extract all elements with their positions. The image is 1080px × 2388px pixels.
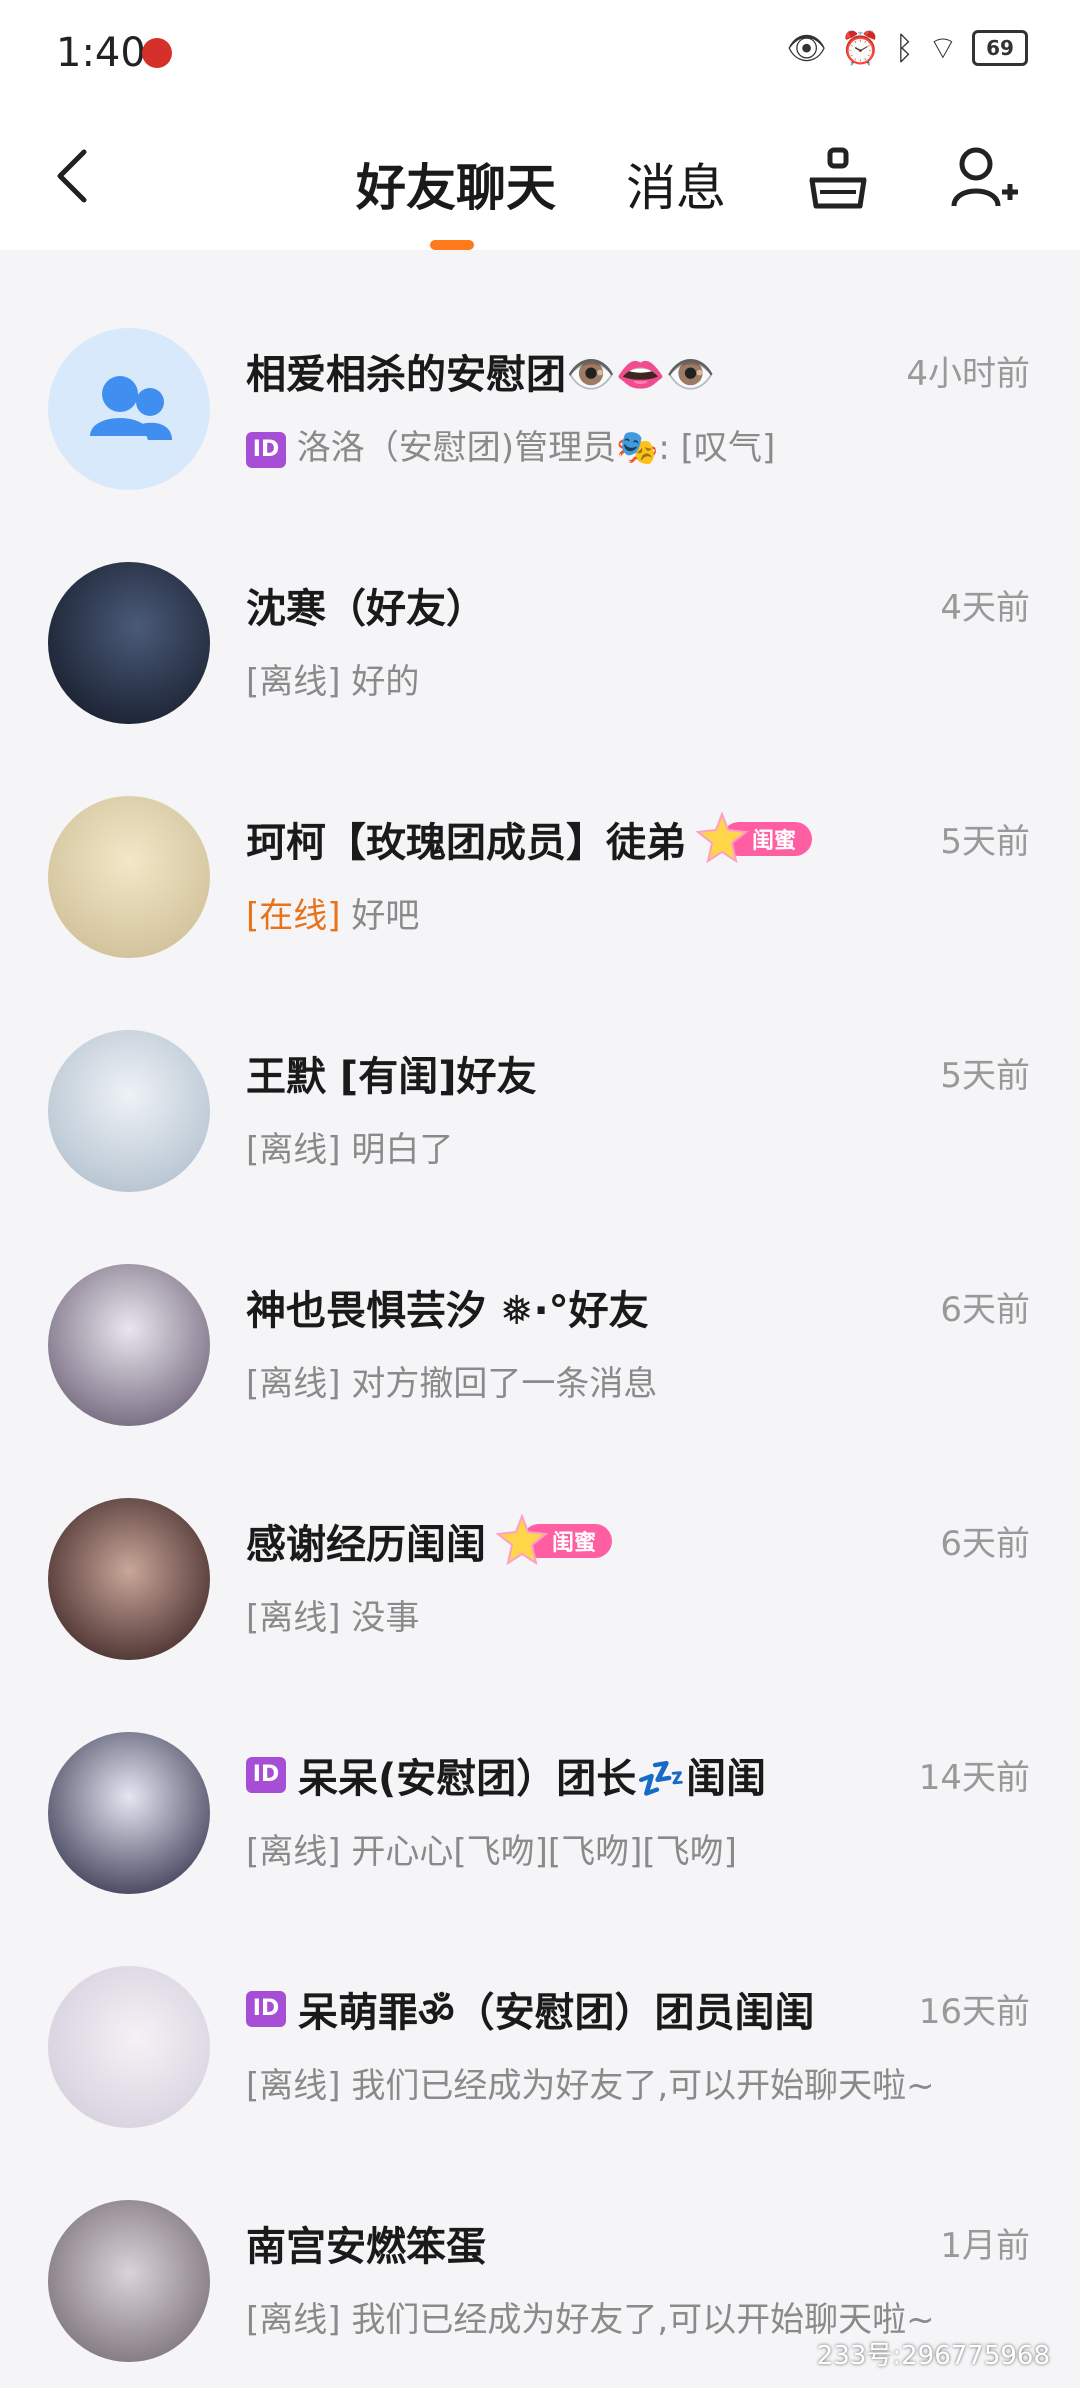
avatar [48,2200,210,2362]
battery-icon: 69 [972,30,1028,66]
chat-time: 4小时前 [906,354,1030,394]
add-friend-icon[interactable] [946,140,1022,216]
chat-preview: [离线] 我们已经成为好友了,可以开始聊天啦~ [246,2066,935,2106]
bluetooth-icon: ᛒ [894,29,914,67]
chat-row[interactable]: 相爱相杀的安慰团👁️👄👁️ 4小时前 ID 洛洛（安慰团)管理员🎭: [叹气] [0,250,1080,490]
chat-time: 6天前 [940,1524,1030,1564]
bestie-badge: 闺蜜 [696,812,813,864]
chat-name: 神也畏惧芸汐 ❅·°好友 [246,1288,649,1334]
status-icons: 👁 ⏰ ᛒ ⌔ 69 [786,28,1028,68]
chat-preview: [离线] 好的 [246,662,420,702]
avatar [48,796,210,958]
tab-messages[interactable]: 消息 [626,148,726,220]
group-avatar [48,328,210,490]
chat-row[interactable]: 王默 [有闺]好友 5天前 [离线] 明白了 [0,952,1080,1192]
alarm-icon: ⏰ [840,29,881,67]
chat-name: ID 呆萌罪ॐ（安慰团）团员闺闺 [246,1980,814,2038]
avatar [48,1264,210,1426]
chat-time: 5天前 [940,822,1030,862]
avatar [48,1732,210,1894]
chat-time: 16天前 [918,1992,1030,2032]
chat-time: 6天前 [940,1290,1030,1330]
chat-preview: [离线] 没事 [246,1598,420,1638]
avatar [48,1966,210,2128]
tab-friend-chat[interactable]: 好友聊天 [356,148,556,220]
chat-time: 5天前 [940,1056,1030,1096]
chat-name: ID 呆呆(安慰团）团长💤闺闺 [246,1746,766,1804]
chat-row[interactable]: 珂柯【玫瑰团成员】徒弟 闺蜜 5天前 [在线] 好吧 [0,718,1080,958]
chat-row[interactable]: 感谢经历闺闺 闺蜜 6天前 [离线] 没事 [0,1420,1080,1660]
star-icon [496,1514,548,1566]
chat-name: 相爱相杀的安慰团👁️👄👁️ [246,352,716,398]
bestie-badge: 闺蜜 [496,1514,613,1566]
chat-row[interactable]: 沈寒（好友） 4天前 [离线] 好的 [0,484,1080,724]
chat-time: 1月前 [940,2226,1030,2266]
avatar [48,1498,210,1660]
avatar [48,1030,210,1192]
chat-preview: [离线] 对方撤回了一条消息 [246,1364,658,1404]
chat-row[interactable]: 神也畏惧芸汐 ❅·°好友 6天前 [离线] 对方撤回了一条消息 [0,1186,1080,1426]
top-bar: 好友聊天 消息 [0,104,1080,250]
avatar [48,562,210,724]
watermark: 233号:296775968 [816,2341,1050,2371]
notification-dot-icon [142,38,172,68]
chat-row[interactable]: ID 呆萌罪ॐ（安慰团）团员闺闺 16天前 [离线] 我们已经成为好友了,可以开… [0,1888,1080,2128]
id-icon: ID [246,431,286,468]
chat-list: 相爱相杀的安慰团👁️👄👁️ 4小时前 ID 洛洛（安慰团)管理员🎭: [叹气] … [0,250,1080,2362]
chat-name: 南宫安燃笨蛋 [246,2224,486,2270]
back-icon[interactable] [48,144,100,208]
chat-name: 珂柯【玫瑰团成员】徒弟 闺蜜 [246,810,813,868]
chat-preview: [离线] 开心心[飞吻][飞吻][飞吻] [246,1832,737,1872]
wifi-icon: ⌔ [927,29,958,67]
active-tab-indicator [430,240,474,250]
id-icon: ID [246,1757,286,1793]
chat-time: 14天前 [918,1758,1030,1798]
chat-name: 感谢经历闺闺 闺蜜 [246,1512,613,1570]
chat-name: 王默 [有闺]好友 [246,1054,537,1100]
star-icon [696,812,748,864]
eye-icon: 👁 [786,29,827,67]
chat-preview: [离线] 明白了 [246,1130,454,1170]
chat-name: 沈寒（好友） [246,586,486,632]
id-icon: ID [246,1991,286,2027]
chat-row[interactable]: 南宫安燃笨蛋 1月前 [离线] 我们已经成为好友了,可以开始聊天啦~ [0,2122,1080,2362]
chat-preview: [在线] 好吧 [246,896,420,936]
clean-brush-icon[interactable] [800,140,876,216]
group-icon [90,376,172,440]
chat-preview: [离线] 我们已经成为好友了,可以开始聊天啦~ [246,2300,935,2340]
chat-preview: ID 洛洛（安慰团)管理员🎭: [叹气] [246,420,775,469]
chat-time: 4天前 [940,588,1030,628]
chat-row[interactable]: ID 呆呆(安慰团）团长💤闺闺 14天前 [离线] 开心心[飞吻][飞吻][飞吻… [0,1654,1080,1894]
status-time: 1:40 [56,30,146,76]
status-bar: 1:40 👁 ⏰ ᛒ ⌔ 69 [0,0,1080,104]
